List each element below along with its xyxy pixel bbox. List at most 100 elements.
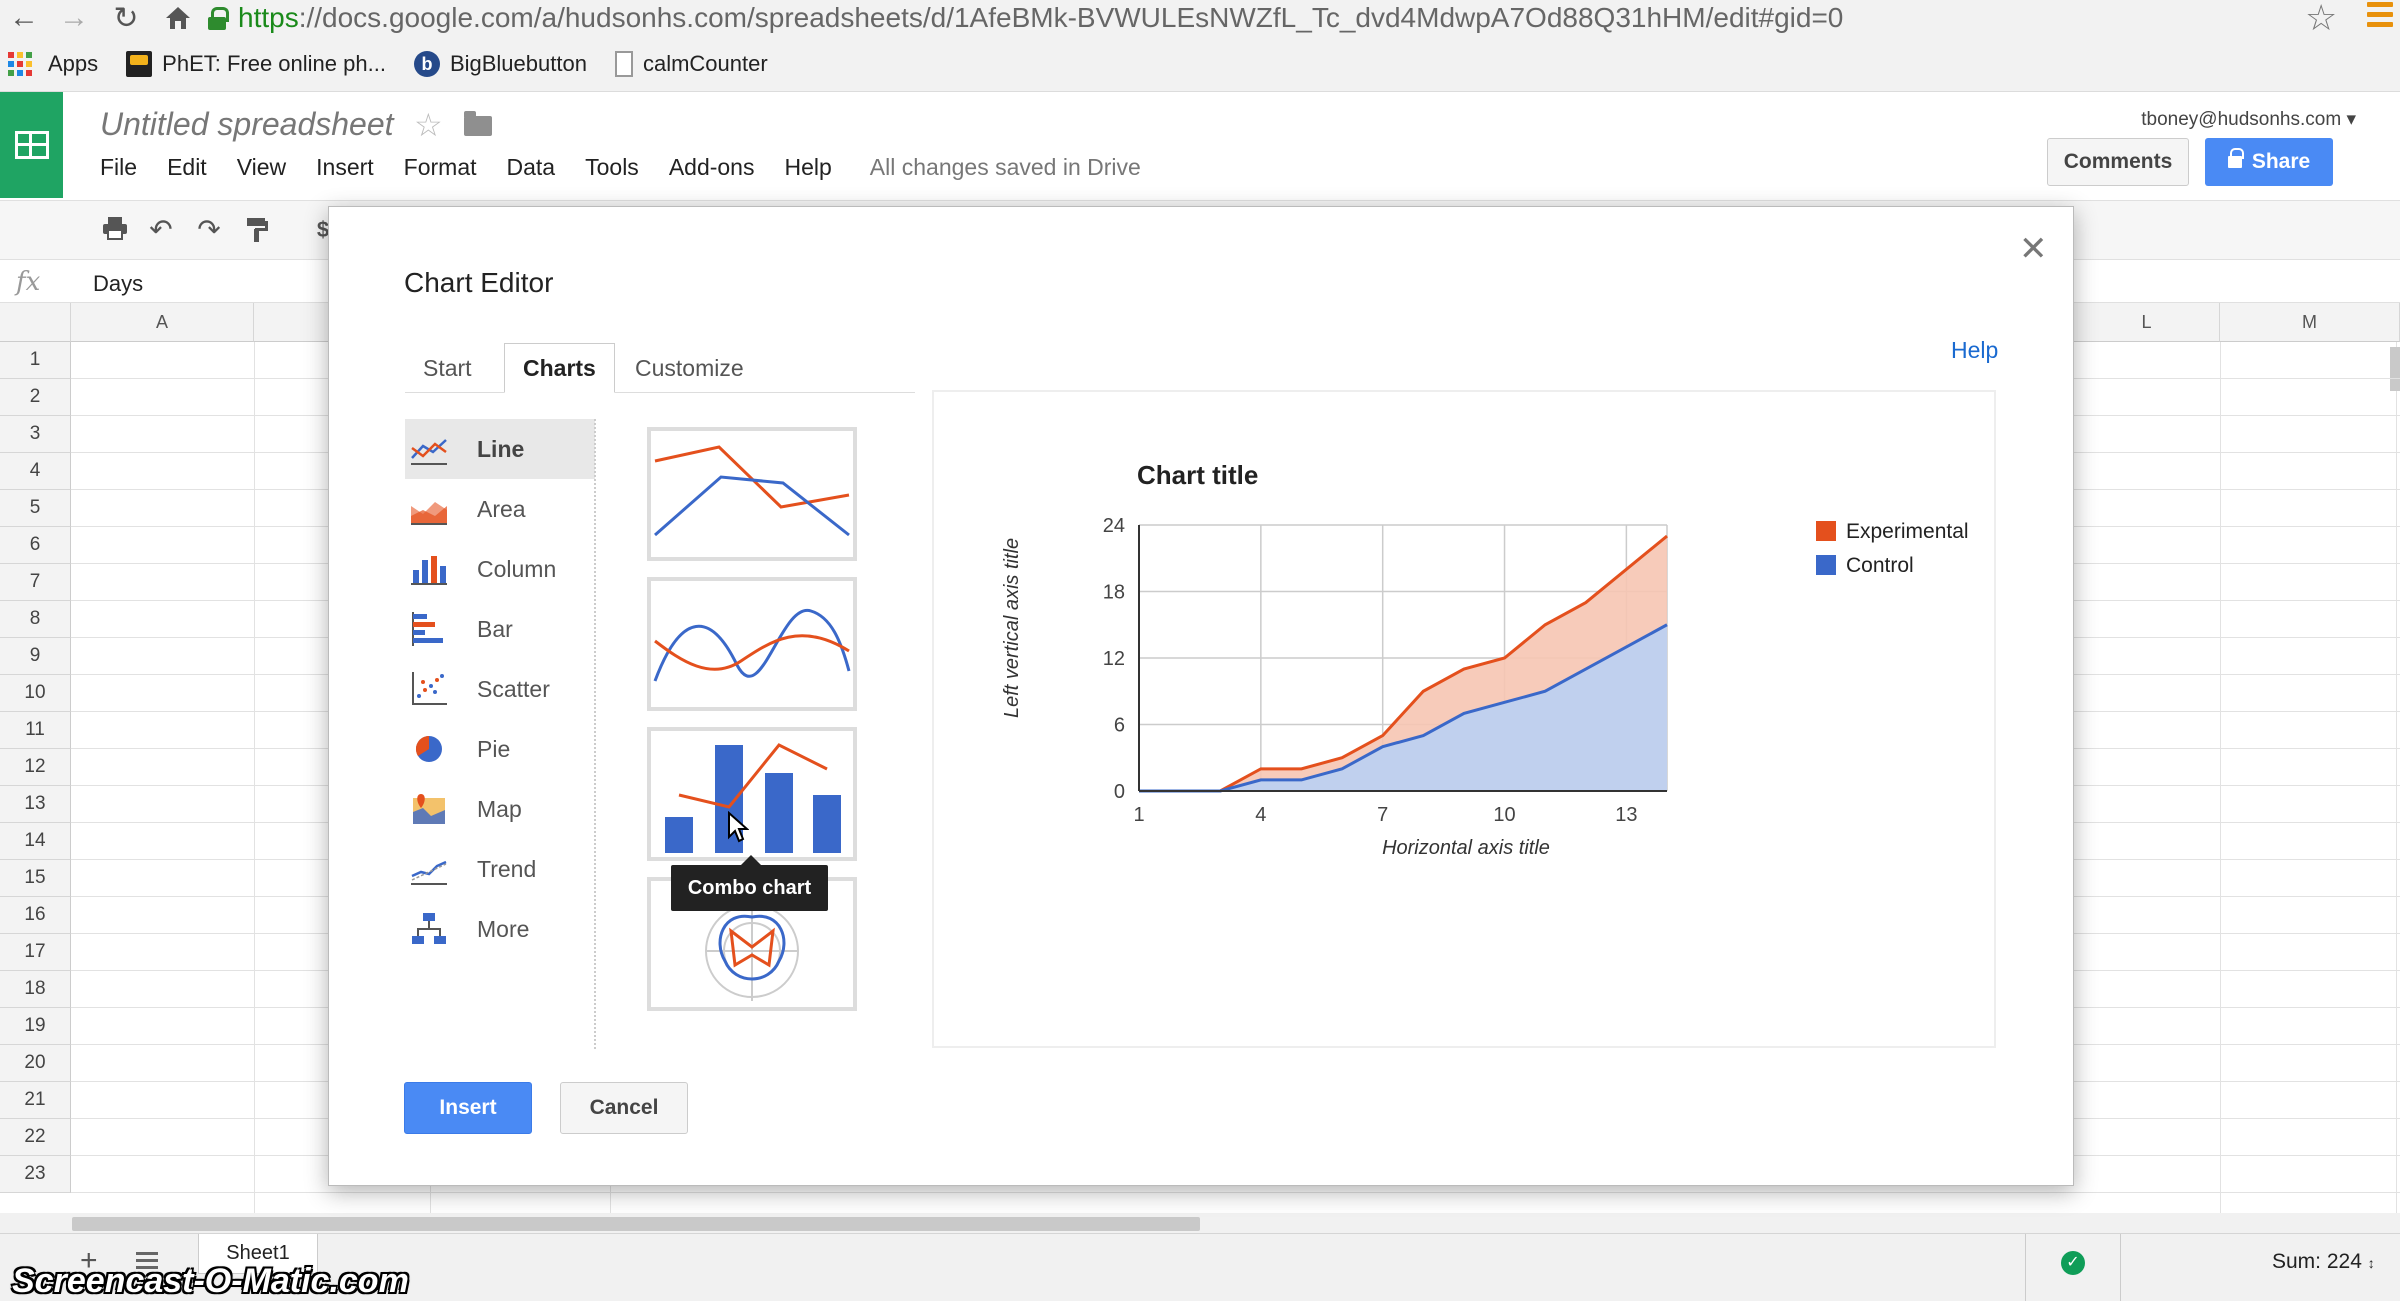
- row-header[interactable]: 1: [0, 342, 71, 379]
- tab-start[interactable]: Start: [405, 343, 490, 393]
- column-header-a[interactable]: A: [71, 303, 254, 342]
- thumbnail-line-chart[interactable]: [647, 427, 857, 561]
- x-axis-title: Horizontal axis title: [1382, 837, 1550, 859]
- bookmark-star-icon[interactable]: ☆: [2305, 0, 2337, 36]
- sum-value: Sum: 224: [2272, 1250, 2362, 1273]
- reload-icon[interactable]: ↻: [104, 0, 148, 36]
- bookmark-apps[interactable]: Apps: [8, 51, 98, 77]
- thumbnail-combo-chart[interactable]: [647, 727, 857, 861]
- paint-format-icon[interactable]: [242, 215, 272, 245]
- menu-help[interactable]: Help: [784, 154, 831, 181]
- bookmark-phet[interactable]: PhET: Free online ph...: [126, 50, 386, 77]
- menu-tools[interactable]: Tools: [585, 154, 639, 181]
- save-status[interactable]: All changes saved in Drive: [870, 154, 1141, 181]
- cancel-button[interactable]: Cancel: [560, 1082, 688, 1134]
- legend-swatch-control: [1816, 555, 1836, 575]
- print-icon[interactable]: [100, 215, 130, 245]
- row-header[interactable]: 13: [0, 786, 71, 823]
- sheets-logo-icon[interactable]: [0, 92, 63, 198]
- legend-label-experimental: Experimental: [1846, 520, 1969, 543]
- menu-format[interactable]: Format: [404, 154, 477, 181]
- row-header[interactable]: 14: [0, 823, 71, 860]
- row-header[interactable]: 15: [0, 860, 71, 897]
- browser-menu-icon[interactable]: [2367, 2, 2393, 30]
- row-header[interactable]: 22: [0, 1119, 71, 1156]
- share-label: Share: [2251, 150, 2311, 173]
- trend-chart-icon: [411, 860, 447, 885]
- row-header[interactable]: 23: [0, 1156, 71, 1193]
- row-header[interactable]: 6: [0, 527, 71, 564]
- chart-type-map[interactable]: Map: [405, 779, 595, 839]
- sum-indicator[interactable]: Sum: 224 ↕: [2272, 1250, 2375, 1274]
- map-chart-icon: [413, 794, 445, 824]
- help-link[interactable]: Help: [1951, 337, 1998, 364]
- watermark: Screencast-O-Matic.com: [12, 1262, 409, 1300]
- chart-type-scatter[interactable]: Scatter: [405, 659, 595, 719]
- chart-preview: 0 6 12 18 24 1 4 7 10 13 Chart title Horizontal axi…: [932, 390, 1996, 1048]
- row-header[interactable]: 7: [0, 564, 71, 601]
- row-header[interactable]: 12: [0, 749, 71, 786]
- insert-button[interactable]: Insert: [404, 1082, 532, 1134]
- menu-edit[interactable]: Edit: [167, 154, 207, 181]
- horizontal-scrollbar[interactable]: [72, 1217, 1200, 1231]
- chart-type-label: Area: [477, 495, 526, 522]
- back-arrow-icon[interactable]: ←: [2, 0, 46, 36]
- column-header-m[interactable]: M: [2220, 303, 2400, 342]
- row-header[interactable]: 20: [0, 1045, 71, 1082]
- tab-customize[interactable]: Customize: [617, 343, 762, 393]
- menu-insert[interactable]: Insert: [316, 154, 374, 181]
- star-icon[interactable]: ☆: [414, 106, 443, 144]
- row-header[interactable]: 17: [0, 934, 71, 971]
- row-header[interactable]: 2: [0, 379, 71, 416]
- row-header[interactable]: 16: [0, 897, 71, 934]
- page-icon: [614, 50, 633, 77]
- redo-icon[interactable]: ↷: [194, 215, 224, 245]
- menu-addons[interactable]: Add-ons: [669, 154, 755, 181]
- row-header[interactable]: 8: [0, 601, 71, 638]
- formula-input[interactable]: Days: [93, 271, 143, 297]
- close-icon[interactable]: ✕: [2019, 229, 2048, 269]
- row-header[interactable]: 9: [0, 638, 71, 675]
- chart-type-pie[interactable]: Pie: [405, 719, 595, 779]
- bookmark-label: Apps: [48, 50, 99, 76]
- chart-type-trend[interactable]: Trend: [405, 839, 595, 899]
- chart-type-label: Bar: [477, 615, 513, 642]
- more-chart-icon: [412, 913, 446, 944]
- row-header[interactable]: 4: [0, 453, 71, 490]
- document-title[interactable]: Untitled spreadsheet: [100, 106, 394, 143]
- divider: [2120, 1234, 2121, 1301]
- combo-thumbnail-icon: [665, 743, 841, 853]
- account-email[interactable]: tboney@hudsonhs.com ▾: [2141, 108, 2356, 131]
- tab-charts[interactable]: Charts: [504, 343, 615, 393]
- address-bar[interactable]: https://docs.google.com/a/hudsonhs.com/s…: [208, 0, 2318, 36]
- thumbnail-smooth-line-chart[interactable]: [647, 577, 857, 711]
- sheets-header: Untitled spreadsheet ☆ File Edit View In…: [0, 92, 2400, 200]
- comments-button[interactable]: Comments: [2047, 138, 2189, 186]
- share-button[interactable]: Share: [2205, 138, 2333, 186]
- chart-type-line[interactable]: Line: [405, 419, 595, 479]
- forward-arrow-icon[interactable]: →: [52, 0, 96, 36]
- home-icon[interactable]: [156, 0, 200, 36]
- menu-view[interactable]: View: [237, 154, 286, 181]
- chart-type-more[interactable]: More: [405, 899, 595, 959]
- bookmark-calmcounter[interactable]: calmCounter: [614, 50, 768, 77]
- row-header[interactable]: 3: [0, 416, 71, 453]
- chart-type-area[interactable]: Area: [405, 479, 595, 539]
- row-header[interactable]: 19: [0, 1008, 71, 1045]
- select-all-corner[interactable]: [0, 303, 71, 342]
- menu-data[interactable]: Data: [507, 154, 556, 181]
- row-header[interactable]: 11: [0, 712, 71, 749]
- menu-file[interactable]: File: [100, 154, 137, 181]
- row-header[interactable]: 10: [0, 675, 71, 712]
- bookmark-bigbluebutton[interactable]: b BigBluebutton: [413, 50, 587, 77]
- vertical-scrollbar[interactable]: [2390, 347, 2400, 391]
- column-header-l[interactable]: L: [2074, 303, 2220, 342]
- folder-icon[interactable]: [464, 111, 492, 136]
- row-header[interactable]: 5: [0, 490, 71, 527]
- chart-type-column[interactable]: Column: [405, 539, 595, 599]
- row-header[interactable]: 18: [0, 971, 71, 1008]
- chart-type-bar[interactable]: Bar: [405, 599, 595, 659]
- line-thumbnail-icon: [654, 445, 850, 537]
- row-header[interactable]: 21: [0, 1082, 71, 1119]
- undo-icon[interactable]: ↶: [146, 215, 176, 245]
